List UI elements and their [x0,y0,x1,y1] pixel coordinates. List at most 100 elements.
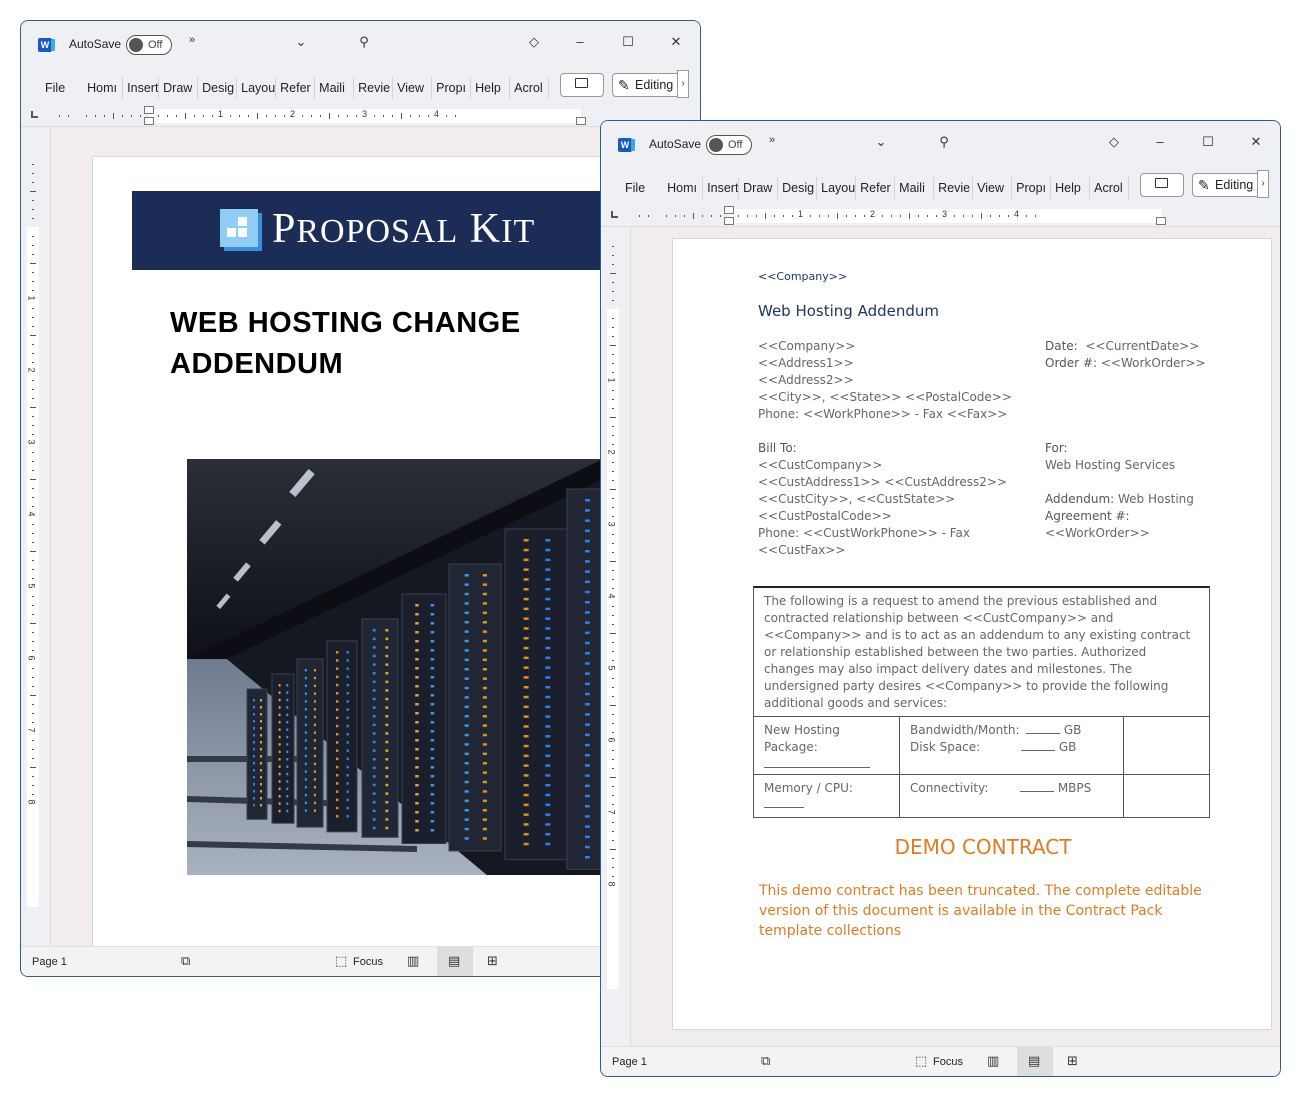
read-mode-icon[interactable]: ▥ [407,953,419,969]
diamond-icon[interactable]: ◇ [1104,134,1124,150]
rack-light [336,774,339,777]
tab-draw[interactable]: Draw [739,177,779,199]
proofing-icon[interactable]: ⧉ [761,1053,770,1069]
double-chevron-right-icon[interactable]: » [182,34,202,46]
ruler-tick [32,560,34,561]
document-page[interactable]: <<Company>> Web Hosting Addendum <<Compa… [672,238,1272,1030]
table-cell[interactable]: New Hosting Package: [754,717,900,774]
autosave-toggle[interactable]: Off [706,135,752,155]
tab-stop-selector[interactable] [611,211,618,218]
blank-line[interactable] [764,758,870,768]
minimize-icon[interactable]: – [570,34,590,49]
left-indent-marker[interactable] [724,206,734,214]
right-indent-marker[interactable] [576,117,586,125]
tab-review[interactable]: Revie [934,177,974,199]
tab-view[interactable]: View [973,177,1013,199]
tab-insert[interactable]: Insert [703,177,740,199]
print-layout-icon[interactable]: ▤ [448,953,460,969]
rack-light [346,790,349,793]
tab-proposal[interactable]: Propı [1012,177,1052,199]
ruler-tick [963,215,964,217]
double-chevron-right-icon[interactable]: » [762,134,782,146]
tab-references[interactable]: Refer [856,177,896,199]
tab-stop-selector[interactable] [31,111,38,118]
tab-help[interactable]: Help [1051,177,1091,199]
table-cell[interactable]: Bandwidth/Month: GB Disk Space: GB [900,717,1124,774]
rack-light [545,813,551,816]
focus-icon[interactable]: ⬚ [335,953,347,969]
focus-button[interactable]: Focus [353,956,383,968]
page-indicator[interactable]: Page 1 [32,956,67,968]
autosave-toggle[interactable]: Off [126,35,172,55]
search-icon[interactable]: ⚲ [934,134,954,150]
read-mode-icon[interactable]: ▥ [987,1053,999,1069]
tab-file[interactable]: File [41,77,83,99]
tab-acrobat[interactable]: Acrol [510,77,550,99]
tab-home[interactable]: Homı [83,77,124,99]
tab-layout[interactable]: Layou [817,177,857,199]
table-cell[interactable] [1124,775,1209,817]
hanging-indent-marker[interactable] [144,117,154,125]
tab-mailings[interactable]: Maili [895,177,935,199]
rack-light [464,818,469,821]
vertical-ruler[interactable]: 1 2 3 4 5 6 7 8 [21,127,51,946]
rack-light [523,578,529,581]
close-icon[interactable]: ✕ [666,34,686,50]
focus-icon[interactable]: ⬚ [915,1053,927,1069]
tab-mailings[interactable]: Maili [315,77,355,99]
table-cell[interactable]: Memory / CPU: [754,775,900,817]
comments-button[interactable] [560,73,604,97]
comments-button[interactable] [1140,173,1184,197]
chevron-down-icon[interactable]: ⌄ [871,134,891,150]
web-layout-icon[interactable]: ⊞ [487,953,498,969]
tab-view[interactable]: View [393,77,433,99]
tab-references[interactable]: Refer [276,77,316,99]
maximize-icon[interactable]: ☐ [618,34,638,50]
page-indicator[interactable]: Page 1 [612,1056,647,1068]
table-cell[interactable]: Connectivity: MBPS [900,775,1124,817]
blank-line[interactable] [1026,724,1060,734]
chevron-down-icon[interactable]: ⌄ [291,34,311,50]
rack-light [415,631,419,634]
left-indent-marker[interactable] [144,106,154,114]
diamond-icon[interactable]: ◇ [524,34,544,50]
minimize-icon[interactable]: – [1150,134,1170,149]
date-order-block: Date: <<CurrentDate>> Order #: <<WorkOrd… [1045,339,1206,370]
ruler-tick [684,215,685,217]
ruler-tick [612,696,614,697]
tab-design[interactable]: Desig [778,177,818,199]
blank-line[interactable] [1020,782,1054,792]
tab-layout[interactable]: Layou [237,77,277,99]
tab-draw[interactable]: Draw [159,77,199,99]
rack-light [260,741,262,744]
horizontal-ruler[interactable]: 1 2 3 4 [53,106,678,125]
proofing-icon[interactable]: ⧉ [181,953,190,969]
tab-home[interactable]: Homı [663,177,704,199]
tab-file[interactable]: File [621,177,663,199]
tab-help[interactable]: Help [471,77,511,99]
horizontal-ruler[interactable]: 1 2 3 4 [633,206,1258,225]
blank-line[interactable] [764,798,804,808]
ruler-tick [612,534,614,535]
tab-acrobat[interactable]: Acrol [1090,177,1130,199]
blank-line[interactable] [1021,741,1055,751]
ribbon-expand-button[interactable]: › [1257,170,1269,198]
hanging-indent-marker[interactable] [724,217,734,225]
rack-light [482,696,487,699]
tab-proposal[interactable]: Propı [432,77,472,99]
maximize-icon[interactable]: ☐ [1198,134,1218,150]
close-icon[interactable]: ✕ [1246,134,1266,150]
ribbon-expand-button[interactable]: › [677,70,689,98]
search-icon[interactable]: ⚲ [354,34,374,50]
vertical-ruler[interactable]: 1 2 3 4 5 6 7 8 [601,227,631,1046]
tab-insert[interactable]: Insert [123,77,160,99]
focus-button[interactable]: Focus [933,1056,963,1068]
print-layout-icon[interactable]: ▤ [1028,1053,1040,1069]
right-indent-marker[interactable] [1156,217,1166,225]
table-cell[interactable] [1124,717,1209,774]
rack-light [585,631,590,635]
tab-design[interactable]: Desig [198,77,238,99]
tab-review[interactable]: Revie [354,77,394,99]
rack-light [346,724,349,728]
web-layout-icon[interactable]: ⊞ [1067,1053,1078,1069]
